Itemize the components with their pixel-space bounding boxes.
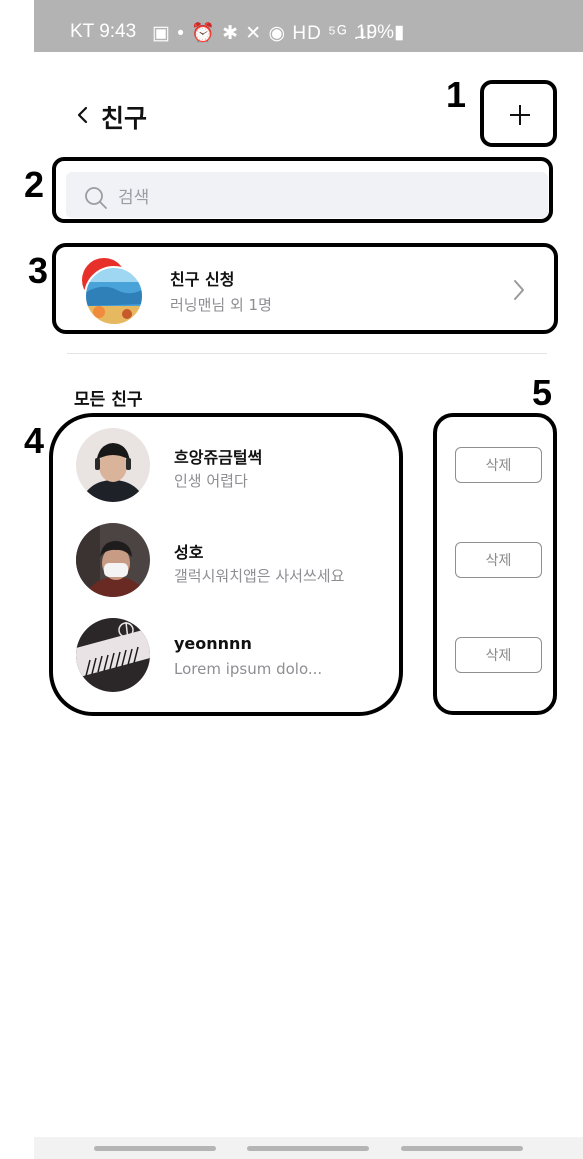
back-button[interactable] [72,98,94,132]
friend-status-message: Lorem ipsum dolo... [174,660,323,678]
plus-icon [510,105,530,125]
battery-indicator: 19%▮ [356,22,405,43]
friend-request-title: 친구 신청 [170,270,235,289]
friend-name: 흐앙쥬금털썩 [174,448,263,467]
friend-avatar [76,618,150,692]
annotation-number-2: 2 [24,164,45,205]
delete-friend-button[interactable]: 삭제 [455,447,542,483]
friend-request-avatar [77,254,145,326]
friend-avatar [76,523,150,597]
search-icon [84,186,108,210]
friend-avatar [76,428,150,502]
system-navigation-bar [34,1137,583,1159]
carrier-time: KT 9:43 [70,21,137,42]
section-divider [67,353,547,354]
all-friends-heading: 모든 친구 [74,390,143,410]
status-bar: KT 9:43 ▣ • ⏰ ✱ ✕ ◉ HD ⁵ᴳ .ıl 19%▮ [34,0,583,52]
friend-name: yeonnnn [174,634,252,653]
add-friend-button[interactable] [505,100,535,130]
friend-name: 성호 [174,543,204,562]
friend-status-message: 인생 어렵다 [174,472,248,490]
friend-request-subtitle: 러닝맨님 외 1명 [170,296,272,314]
chevron-left-icon [77,106,88,124]
delete-friend-button[interactable]: 삭제 [455,542,542,578]
delete-friend-button[interactable]: 삭제 [455,637,542,673]
chevron-right-icon [510,277,528,303]
friend-status-message: 갤럭시워치앱은 사서쓰세요 [174,567,345,585]
annotation-number-4: 4 [24,420,45,461]
nav-back-button[interactable] [401,1146,523,1151]
system-status-icons: ▣ • ⏰ ✱ ✕ ◉ HD ⁵ᴳ .ıl [152,23,372,44]
page-title: 친구 [101,104,148,133]
annotation-number-5: 5 [532,372,553,413]
nav-home-button[interactable] [247,1146,369,1151]
nav-recent-apps-button[interactable] [94,1146,216,1151]
annotation-number-1: 1 [446,74,467,115]
annotation-number-3: 3 [28,250,49,291]
search-input[interactable] [118,184,518,212]
